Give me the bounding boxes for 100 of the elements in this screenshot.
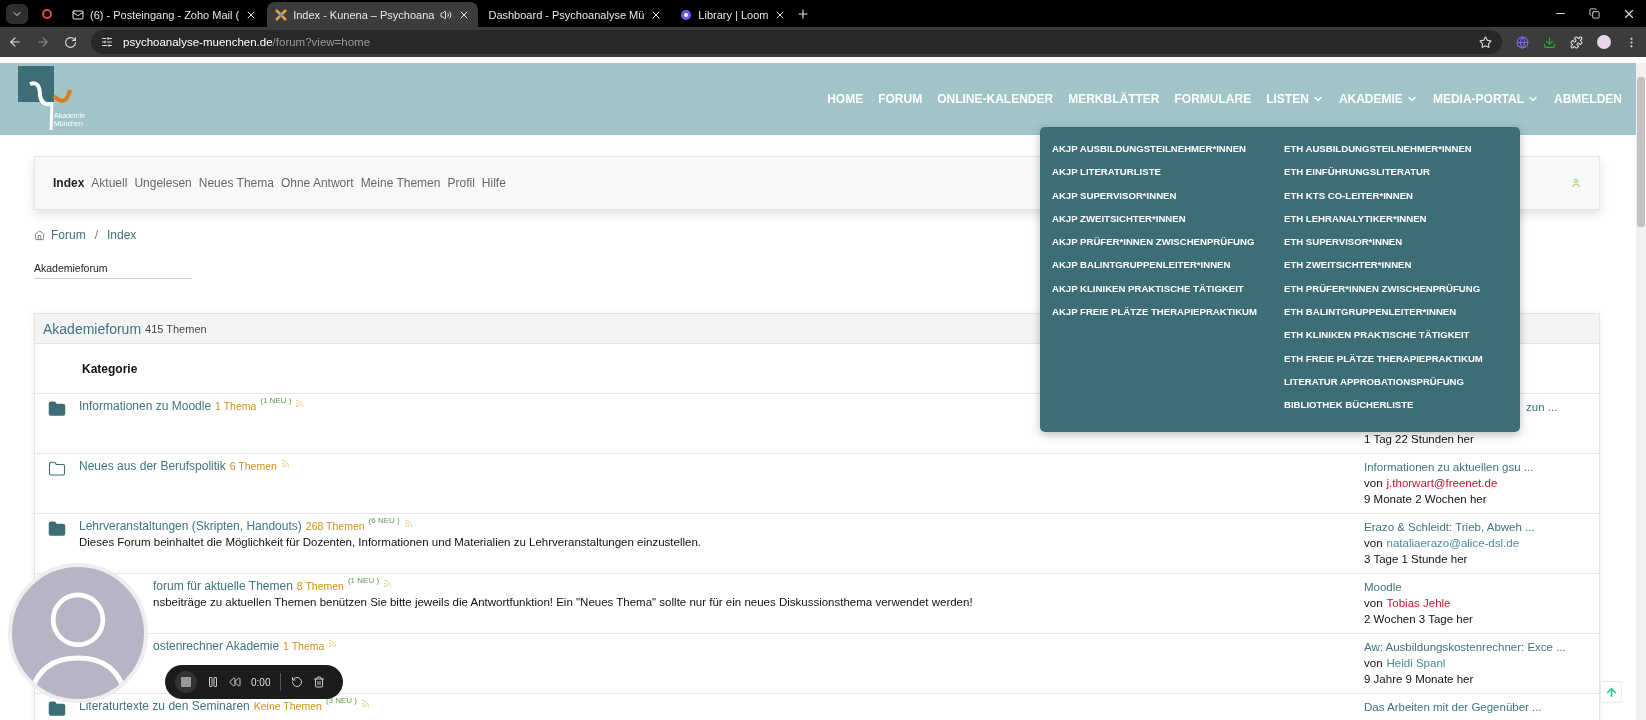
menu-item[interactable]: AKJP SUPERVISOR*INNEN: [1052, 187, 1264, 203]
new-count: (1 NEU ): [260, 396, 292, 405]
breadcrumb-link[interactable]: Forum: [51, 228, 86, 242]
menu-item[interactable]: AKJP LITERATURLISTE: [1052, 164, 1264, 180]
menu-item[interactable]: ETH EINFÜHRUNGSLITERATUR: [1284, 164, 1496, 180]
last-post-link[interactable]: Aw: Ausbildungskostenrechner: Exce ...: [1364, 639, 1599, 655]
topic-count: 8 Themen: [296, 579, 344, 592]
forum-menu-item[interactable]: Aktuell: [91, 176, 128, 190]
site-info-icon[interactable]: [101, 36, 113, 48]
rewind-icon[interactable]: [229, 676, 241, 688]
by-label: von: [1364, 476, 1383, 491]
menu-item[interactable]: ETH LEHRANALYTIKER*INNEN: [1284, 210, 1496, 226]
menu-item[interactable]: ETH FREIE PLÄTZE THERAPIEPRAKTIKUM: [1284, 350, 1496, 366]
by-label: von: [1364, 656, 1383, 671]
last-post-link[interactable]: Das Arbeiten mit der Gegenüber ...: [1364, 699, 1599, 715]
topic-count: 415 Themen: [145, 322, 207, 335]
topic-count: Keine Themen: [253, 699, 322, 712]
post-time: 2 Wochen 3 Tage her: [1364, 612, 1474, 627]
forum-title-link[interactable]: ostenrechner Akademie: [153, 639, 280, 653]
forum-title-link[interactable]: Neues aus der Berufspolitik: [79, 459, 226, 473]
menu-item[interactable]: ETH AUSBILDUNGSTEILNEHMER*INNEN: [1284, 141, 1496, 156]
menu-item[interactable]: ETH BALINTGRUPPENLEITER*INNEN: [1284, 304, 1496, 320]
trash-icon[interactable]: [313, 676, 326, 688]
forum-title-link[interactable]: Literaturtexte zu den Seminaren: [79, 699, 250, 713]
category-select[interactable]: Akademieforum: [34, 262, 192, 279]
author-link[interactable]: j.thorwart@freenet.de: [1386, 475, 1498, 491]
menu-item[interactable]: AKJP AUSBILDUNGSTEILNEHMER*INNEN: [1052, 141, 1264, 156]
forum-menu-item[interactable]: Profil: [447, 176, 475, 190]
last-post-link[interactable]: Moodle: [1364, 579, 1599, 595]
envelope-icon: [72, 8, 84, 21]
menu-item[interactable]: ETH KTS CO-LEITER*INNEN: [1284, 187, 1496, 203]
menu-item[interactable]: BIBLIOTHEK BÜCHERLISTE: [1284, 397, 1496, 413]
forum-menu-item[interactable]: Neues Thema: [198, 176, 274, 190]
scrollbar[interactable]: [1636, 63, 1646, 720]
bookmark-star-icon[interactable]: [1479, 35, 1492, 49]
forum-menu-item[interactable]: Index: [53, 176, 85, 190]
restart-icon[interactable]: [291, 676, 304, 688]
folder-icon: [48, 700, 66, 718]
menu-item[interactable]: ETH SUPERVISOR*INNEN: [1284, 234, 1496, 250]
post-time: 3 Tage 1 Stunde her: [1364, 552, 1469, 567]
post-time: 9 Monate 2 Wochen her: [1364, 492, 1488, 507]
record-icon: [42, 8, 52, 19]
last-post-link[interactable]: Informationen zu aktuellen gsu ...: [1364, 459, 1599, 475]
back-icon[interactable]: [8, 35, 22, 49]
browser-tab[interactable]: Library | Loom: [672, 2, 795, 27]
reload-icon[interactable]: [64, 35, 77, 49]
topic-count: 1 Thema: [215, 399, 257, 412]
author-link[interactable]: Tobias Jehle: [1386, 595, 1451, 611]
extensions-icon[interactable]: [1570, 35, 1583, 49]
forum-menu-item[interactable]: Ungelesen: [134, 176, 192, 190]
new-count: (3 NEU ): [325, 696, 357, 705]
new-count: (6 NEU ): [368, 516, 400, 525]
author-link[interactable]: nataliaerazo@alice-dsl.de: [1386, 535, 1520, 551]
extension-icon[interactable]: [1516, 35, 1529, 49]
last-post-link[interactable]: Erazo & Schleidt: Trieb, Abweh ...: [1364, 519, 1599, 535]
new-tab-icon[interactable]: [796, 6, 811, 21]
new-count: (1 NEU ): [347, 576, 380, 585]
topic-count: 6 Themen: [229, 459, 277, 472]
menu-item[interactable]: AKJP ZWEITSICHTER*INNEN: [1052, 210, 1264, 226]
forum-title-link[interactable]: Informationen zu Moodle: [79, 399, 212, 413]
forum-description: Dieses Forum beinhaltet die Möglichkeit für Dozenten, Informationen und Materialien zu Lehrveranstaltungen einzustellen.: [79, 536, 702, 548]
site-favicon-icon: [275, 8, 288, 21]
folder-icon: [48, 520, 66, 538]
breadcrumb-link[interactable]: Index: [107, 228, 137, 242]
menu-item[interactable]: AKJP FREIE PLÄTZE THERAPIEPRAKTIKUM: [1052, 304, 1264, 320]
home-icon: [34, 229, 45, 241]
forum-title-link[interactable]: Lehrveranstaltungen (Skripten, Handouts): [79, 519, 302, 533]
stop-button[interactable]: [175, 671, 197, 693]
menu-item[interactable]: AKJP BALINTGRUPPENLEITER*INNEN: [1052, 257, 1264, 273]
pause-icon[interactable]: [207, 676, 219, 688]
menu-item[interactable]: AKJP PRÜFER*INNEN ZWISCHENPRÜFUNG: [1052, 234, 1264, 250]
browser-tab[interactable]: Dashboard - Psychoanalyse Mü: [480, 2, 671, 27]
menu-item[interactable]: ETH ZWEITSICHTER*INNEN: [1284, 257, 1496, 273]
forward-icon[interactable]: [36, 35, 50, 49]
recording-time: 0:00: [251, 676, 271, 688]
by-label: von: [1364, 536, 1383, 551]
breadcrumb-separator: /: [94, 228, 98, 242]
menu-item[interactable]: LITERATUR APPROBATIONSPRÜFUNG: [1284, 373, 1496, 389]
tab-list-button[interactable]: [6, 3, 28, 24]
topic-count: 1 Thema: [283, 639, 325, 652]
arrow-up-icon: [1604, 685, 1618, 699]
author-link[interactable]: Heidi Spanl: [1386, 655, 1446, 671]
forum-menu-item[interactable]: Ohne Antwort: [280, 176, 354, 190]
forum-menu-item[interactable]: Hilfe: [481, 176, 506, 190]
menu-item[interactable]: ETH PRÜFER*INNEN ZWISCHENPRÜFUNG: [1284, 280, 1496, 296]
browser-tab[interactable]: Index - Kunena – Psychoana: [267, 2, 479, 27]
folder-icon: [48, 460, 66, 478]
profile-avatar[interactable]: [1597, 35, 1611, 49]
menu-item[interactable]: ETH KLINIKEN PRAKTISCHE TÄTIGKEIT: [1284, 327, 1496, 343]
forum-menu-item[interactable]: Meine Themen: [360, 176, 441, 190]
forum-title-link[interactable]: forum für aktuelle Themen: [153, 579, 293, 593]
browser-tab[interactable]: (6) - Posteingang - Zoho Mail (: [64, 2, 266, 27]
by-label: von: [1364, 596, 1383, 611]
address-bar[interactable]: psychoanalyse-muenchen.de/forum?view=home: [91, 30, 1502, 54]
restore-icon[interactable]: [1589, 8, 1600, 19]
forum-description: nsbeiträge zu aktuellen Themen benützen Sie bitte jeweils die Antwortfunktion! Ein "Neues Thema" sollte nur für ein neues Diskussionsthema verwendet werden!: [153, 596, 974, 608]
menu-item[interactable]: AKJP KLINIKEN PRAKTISCHE TÄTIGKEIT: [1052, 280, 1264, 296]
download-arrow-icon[interactable]: [1543, 35, 1556, 49]
url-text: psychoanalyse-muenchen.de/forum?view=home: [123, 36, 371, 48]
section-title: Akademieforum: [43, 320, 142, 337]
